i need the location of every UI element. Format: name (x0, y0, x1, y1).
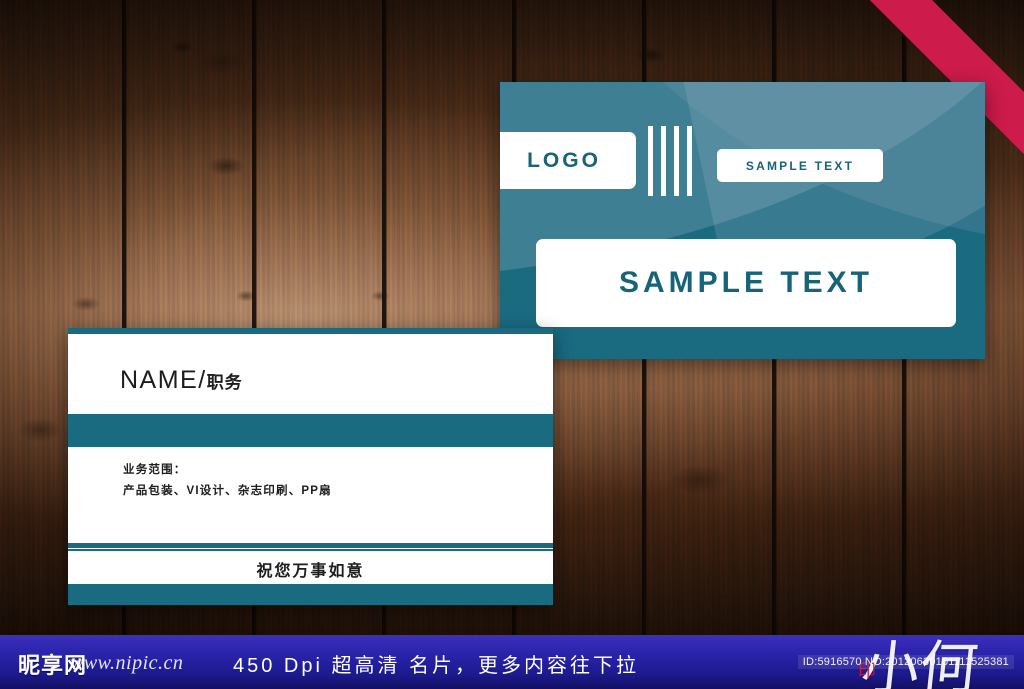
divider-rule-thick (68, 543, 553, 548)
headline-text: SAMPLE TEXT (618, 266, 873, 299)
vertical-bar-4 (687, 126, 692, 196)
slogan-text: 450 Dpi 超高清 名片，更多内容往下拉 (233, 655, 640, 677)
teal-band-lower (68, 584, 553, 605)
screenshot-canvas: LOGO SAMPLE TEXT SAMPLE TEXT NAME/职务 业务范… (0, 0, 1024, 689)
vertical-bar-1 (648, 126, 653, 196)
card-top-accent-line (68, 328, 553, 334)
vertical-bar-3 (674, 126, 679, 196)
logo-placeholder-box: LOGO (500, 132, 636, 189)
site-url: www.nipic.cn (70, 652, 184, 674)
business-scope-label: 业务范围： (123, 464, 187, 476)
vertical-bar-2 (661, 126, 666, 196)
name-en: NAME/ (120, 366, 207, 394)
wish-text: 祝您万事如意 (256, 563, 365, 580)
divider-rule-thin (68, 549, 553, 551)
vertical-bars-decoration (648, 126, 692, 196)
business-scope-block: 业务范围： 产品包装、VI设计、杂志印刷、PP扇 (123, 460, 332, 502)
business-card-back: NAME/职务 业务范围： 产品包装、VI设计、杂志印刷、PP扇 祝您万事如意 (68, 328, 553, 605)
name-title-block: NAME/职务 (120, 366, 243, 395)
headline-box: SAMPLE TEXT (536, 239, 956, 327)
business-card-front: LOGO SAMPLE TEXT SAMPLE TEXT (500, 82, 985, 359)
teal-band-upper (68, 414, 553, 447)
tagline-box: SAMPLE TEXT (717, 149, 883, 182)
name-cn-title: 职务 (206, 373, 243, 392)
business-scope-items: 产品包装、VI设计、杂志印刷、PP扇 (123, 485, 332, 497)
image-id-label: ID:5916570 NO:20120630101111525381 (797, 655, 1014, 669)
tagline-text: SAMPLE TEXT (745, 158, 855, 173)
logo-label: LOGO (527, 148, 601, 172)
watermark-footer-bar: 昵享网 www.nipic.cn 450 Dpi 超高清 名片，更多内容往下拉 … (0, 635, 1024, 689)
